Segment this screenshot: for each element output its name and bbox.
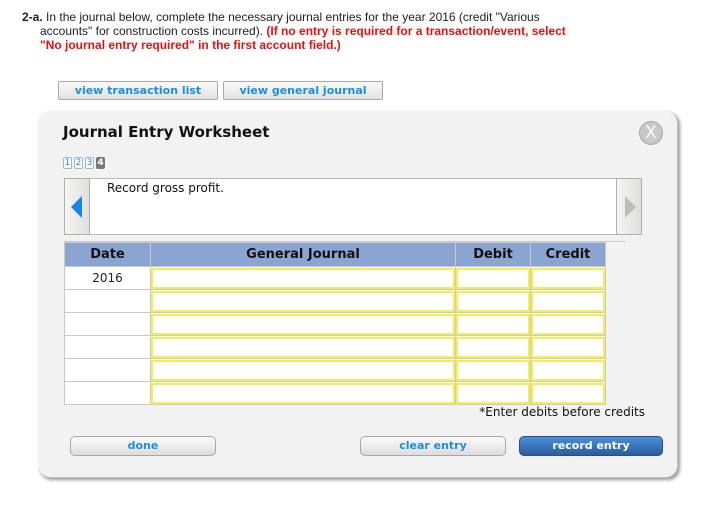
header-date: Date (64, 242, 151, 267)
table-row (64, 335, 606, 359)
header-credit: Credit (530, 242, 606, 267)
next-button[interactable] (616, 178, 642, 235)
debit-input[interactable] (456, 290, 530, 312)
header-debit: Debit (455, 242, 531, 267)
worksheet-title: Journal Entry Worksheet (63, 123, 270, 141)
debit-input[interactable] (456, 359, 530, 381)
debit-input[interactable] (456, 313, 530, 335)
credit-input[interactable] (531, 382, 605, 404)
clear-entry-button[interactable]: clear entry (360, 436, 506, 456)
debit-input[interactable] (456, 382, 530, 404)
account-input[interactable] (151, 290, 455, 312)
step-2-button[interactable]: 2 (74, 157, 83, 169)
date-cell (64, 289, 151, 313)
step-1-button[interactable]: 1 (63, 157, 72, 169)
transaction-description: Record gross profit. (107, 181, 224, 195)
previous-button[interactable] (64, 178, 90, 235)
debits-before-credits-note: *Enter debits before credits (479, 405, 645, 419)
credit-input[interactable] (531, 290, 605, 312)
step-navigation: 1 2 3 4 (63, 157, 105, 169)
step-3-button[interactable]: 3 (85, 157, 94, 169)
credit-input[interactable] (531, 267, 605, 289)
account-input[interactable] (151, 359, 455, 381)
table-row (64, 289, 606, 313)
date-cell (64, 312, 151, 336)
credit-input[interactable] (531, 336, 605, 358)
instruction-warning-2: "No journal entry required" in the first… (40, 38, 341, 52)
debit-input[interactable] (456, 267, 530, 289)
credit-input[interactable] (531, 313, 605, 335)
date-cell (64, 335, 151, 359)
close-button[interactable]: X (639, 121, 663, 145)
done-button[interactable]: done (70, 436, 216, 456)
instructions: 2-a. In the journal below, complete the … (22, 10, 642, 52)
transaction-description-box: Record gross profit. (64, 178, 642, 235)
table-row: 2016 (64, 266, 606, 290)
table-row (64, 381, 606, 405)
table-row (64, 312, 606, 336)
arrow-left-icon (71, 196, 82, 218)
question-label: 2-a. (22, 10, 43, 24)
date-cell: 2016 (64, 266, 151, 290)
view-general-journal-button[interactable]: view general journal (223, 81, 383, 100)
instruction-text-2: accounts" for construction costs incurre… (40, 24, 267, 38)
account-input[interactable] (151, 267, 455, 289)
header-general-journal: General Journal (150, 242, 456, 267)
credit-input[interactable] (531, 359, 605, 381)
instruction-text-1: In the journal below, complete the neces… (42, 10, 540, 24)
instruction-warning-1: (If no entry is required for a transacti… (266, 24, 566, 38)
account-input[interactable] (151, 382, 455, 404)
date-cell (64, 358, 151, 382)
date-cell (64, 381, 151, 405)
view-transaction-list-button[interactable]: view transaction list (58, 81, 218, 100)
journal-table: Date General Journal Debit Credit 2016 (64, 242, 606, 405)
account-input[interactable] (151, 313, 455, 335)
step-4-button[interactable]: 4 (96, 157, 105, 169)
arrow-right-icon (625, 196, 636, 218)
journal-entry-worksheet: Journal Entry Worksheet X 1 2 3 4 Record… (38, 111, 678, 478)
record-entry-button[interactable]: record entry (519, 436, 663, 456)
account-input[interactable] (151, 336, 455, 358)
close-icon: X (645, 123, 657, 143)
table-header-row: Date General Journal Debit Credit (64, 242, 606, 267)
table-row (64, 358, 606, 382)
debit-input[interactable] (456, 336, 530, 358)
